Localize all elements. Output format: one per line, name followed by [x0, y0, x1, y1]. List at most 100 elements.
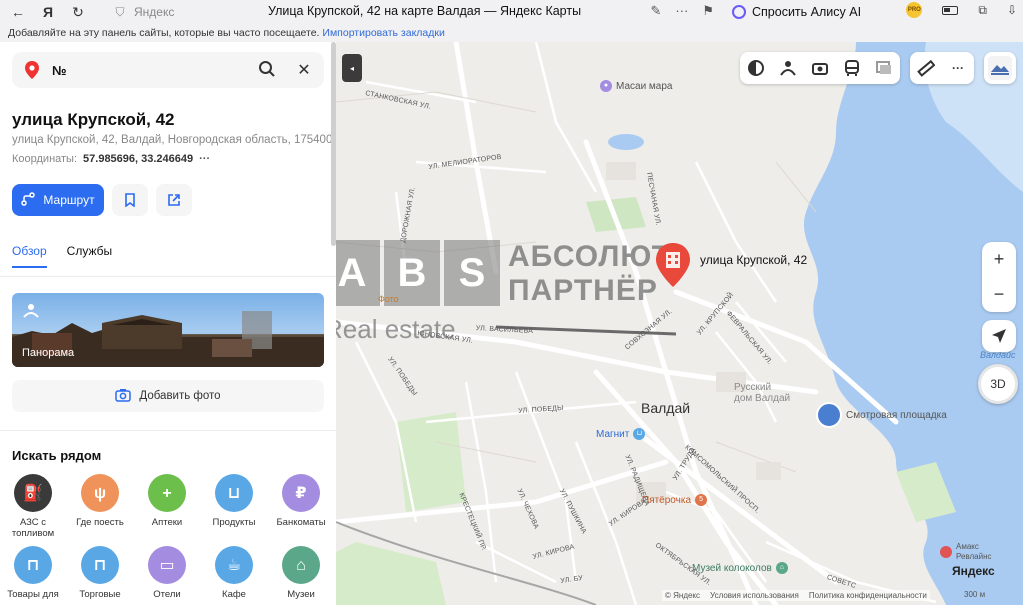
nearby-label: Банкоматы: [276, 517, 326, 528]
city-label: Валдай: [641, 400, 691, 416]
route-button[interactable]: Маршрут: [12, 184, 104, 216]
locate-me-button[interactable]: [982, 320, 1016, 352]
poi-label: Русский дом Валдай: [734, 382, 791, 404]
nearby-food[interactable]: ψ Где поесть: [67, 474, 133, 528]
import-bookmarks-link[interactable]: Импортировать закладки: [322, 27, 444, 39]
coffee-cup-icon: ☕: [215, 546, 253, 584]
coordinates-value[interactable]: 57.985696, 33.246649: [83, 153, 193, 165]
nearby-label: Отели: [153, 589, 181, 600]
coordinates-label: Координаты:: [12, 153, 78, 165]
3d-toggle-button[interactable]: 3D: [978, 364, 1018, 404]
bed-icon: ▭: [148, 546, 186, 584]
watermark-line1: АБСОЛЮТ: [508, 240, 671, 273]
route-label: Маршрут: [43, 193, 95, 207]
pro-badge[interactable]: PRO: [906, 2, 923, 18]
map-layers-toolbar: [740, 52, 900, 84]
yandex-y-icon[interactable]: Я: [36, 2, 60, 22]
share-icon: [168, 194, 180, 206]
bookmark-button[interactable]: [112, 184, 148, 216]
battery-icon: [942, 5, 959, 15]
bookmark-icon[interactable]: ⚑: [702, 3, 714, 19]
more-icon[interactable]: ···: [949, 59, 967, 77]
place-address: улица Крупской, 42, Валдай, Новгородская…: [12, 134, 333, 146]
map-footer: © Яндекс Условия использования Политика …: [662, 590, 930, 601]
nearby-cafe[interactable]: ☕ Кафе: [201, 546, 267, 600]
shopping-bag-icon: ⊓: [81, 546, 119, 584]
tab-services[interactable]: Службы: [67, 244, 112, 268]
museum-icon: ⌂: [282, 546, 320, 584]
search-icon[interactable]: [258, 60, 278, 81]
poi-viewpoint[interactable]: Смотровая площадка: [816, 402, 947, 428]
terms-link[interactable]: Условия использования: [710, 591, 799, 600]
user-avatar[interactable]: [984, 52, 1016, 84]
place-marker[interactable]: [654, 242, 692, 288]
privacy-link[interactable]: Политика конфиденциальности: [809, 591, 927, 600]
map-scale: 300 м: [964, 590, 986, 599]
poi-label: Масаи мара: [616, 80, 673, 92]
browser-toolbar: ← Я ↻ ⛉ Яндекс Улица Крупской, 42 на кар…: [0, 0, 1023, 24]
back-arrow-icon[interactable]: ←: [6, 2, 30, 22]
poi-amaks[interactable]: Амакс Ревлайнс: [940, 542, 992, 562]
address-bar[interactable]: ⛉ Яндекс Улица Крупской, 42 на карте Вал…: [112, 2, 732, 22]
tab-overview[interactable]: Обзор: [12, 244, 47, 268]
search-input[interactable]: №: [52, 63, 258, 78]
close-icon[interactable]: ✕: [296, 60, 312, 80]
copyright-text: © Яндекс: [665, 591, 701, 600]
yandex-logo: Яндекс: [952, 564, 995, 578]
bookmarks-bar: Добавляйте на эту панель сайты, которые …: [0, 24, 1023, 42]
section-divider: [0, 430, 336, 431]
nearby-gas-station[interactable]: ⛽ АЗС с топливом: [0, 474, 66, 539]
panorama-layer-icon[interactable]: [779, 59, 797, 77]
collapse-panel-button[interactable]: ◂: [342, 54, 362, 82]
add-photo-button[interactable]: Добавить фото: [12, 380, 324, 412]
nearby-hotels[interactable]: ▭ Отели: [134, 546, 200, 600]
bookmark-icon: [125, 193, 135, 207]
nearby-groceries[interactable]: ⊔ Продукты: [201, 474, 267, 528]
mic-icon[interactable]: ✎: [650, 3, 661, 19]
alice-button[interactable]: Спросить Алису AI: [732, 2, 861, 22]
viewpoint-icon: [816, 402, 842, 428]
poi-pyaterochka[interactable]: Пятёрочка 5: [642, 494, 708, 506]
zoom-in-button[interactable]: +: [982, 242, 1016, 277]
shop-icon: 5: [695, 494, 708, 506]
add-photo-label: Добавить фото: [139, 390, 221, 402]
search-box[interactable]: № ✕: [12, 52, 324, 88]
zoom-out-button[interactable]: −: [982, 277, 1016, 312]
coordinates-more-icon[interactable]: ···: [199, 153, 210, 165]
poi-russkiy-dom[interactable]: Русский дом Валдай: [734, 382, 790, 404]
place-title: улица Крупской, 42: [12, 110, 175, 129]
poi-masai-mara[interactable]: ● Масаи мара: [600, 80, 673, 92]
map-view[interactable]: ◂ СТАНКОВСКАЯ УЛ. УЛ. МЕЛИОРАТОРОВ ДОРОЖ…: [336, 42, 1023, 605]
nearby-goods[interactable]: ⊓ Товары для: [0, 546, 66, 600]
traffic-layer-icon[interactable]: [875, 59, 893, 77]
nearby-museums[interactable]: ⌂ Музеи: [268, 546, 334, 600]
pharmacy-cross-icon: +: [148, 474, 186, 512]
nearby-atm[interactable]: ₽ Банкоматы: [268, 474, 334, 528]
camera-layer-icon[interactable]: [811, 59, 829, 77]
panorama-icon: [22, 303, 40, 319]
nearby-label: Продукты: [212, 517, 256, 528]
nearby-title: Искать рядом: [12, 448, 102, 463]
poi-magnit[interactable]: Магнит ⊔: [596, 428, 646, 440]
reload-icon[interactable]: ↻: [66, 2, 90, 22]
share-button[interactable]: [156, 184, 192, 216]
poi-bell-museum[interactable]: Музей колоколов ⌂: [692, 562, 788, 574]
extensions-icon[interactable]: ⧉: [978, 3, 987, 18]
nearby-malls[interactable]: ⊓ Торговые: [67, 546, 133, 600]
transit-layer-icon[interactable]: [843, 59, 861, 77]
shop-icon: ⊔: [633, 428, 646, 440]
ruble-icon: ₽: [282, 474, 320, 512]
nearby-label: Товары для: [7, 589, 59, 600]
shopping-bag-icon: ⊓: [14, 546, 52, 584]
ruler-icon[interactable]: [917, 59, 936, 77]
panorama-preview[interactable]: Панорама: [12, 293, 324, 367]
more-icon[interactable]: ···: [675, 3, 688, 19]
layers-icon[interactable]: [747, 59, 765, 77]
place-panel: № ✕ улица Крупской, 42 улица Крупской, 4…: [0, 42, 336, 605]
marker-label: улица Крупской, 42: [700, 253, 808, 267]
poi-label: Магнит: [596, 428, 630, 440]
agency-watermark: A B S АБСОЛЮТ ПАРТНЁР Real estate Фото: [336, 240, 694, 350]
download-icon[interactable]: ⇩: [1007, 3, 1017, 17]
nearby-pharmacy[interactable]: + Аптеки: [134, 474, 200, 528]
tabs-divider: [0, 276, 336, 277]
